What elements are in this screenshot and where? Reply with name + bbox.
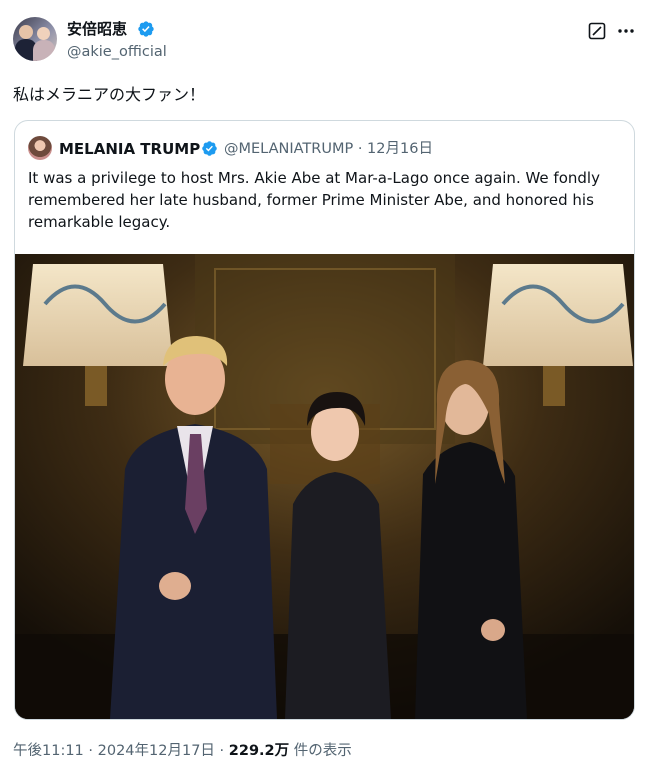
quoted-post-text: It was a privilege to host Mrs. Akie Abe… <box>28 169 600 231</box>
view-count: 229.2万 <box>228 743 290 759</box>
view-count-label: 件の表示 <box>289 743 352 759</box>
more-options-icon[interactable] <box>616 21 636 41</box>
post-time[interactable]: 午後11:11 <box>13 743 84 759</box>
verified-badge-icon <box>202 141 217 156</box>
quoted-author-handle-date: @MELANIATRUMP · 12月16日 <box>224 139 433 159</box>
quoted-author-handle[interactable]: @MELANIATRUMP <box>224 141 353 157</box>
post-meta: 午後11:11 · 2024年12月17日 · 229.2万 件の表示 <box>13 741 352 761</box>
quoted-post-photo[interactable] <box>15 254 634 719</box>
verified-badge-icon <box>138 21 154 37</box>
quoted-post-date[interactable]: 12月16日 <box>367 141 433 157</box>
post-text: 私はメラニアの大ファン！ <box>13 85 206 104</box>
author-handle[interactable]: @akie_official <box>67 42 167 62</box>
separator-dot: · <box>353 141 368 157</box>
separator-dot: · <box>83 743 98 759</box>
author-display-name[interactable]: 安倍昭恵 <box>67 19 127 39</box>
author-avatar[interactable] <box>13 17 57 61</box>
quoted-author-avatar[interactable] <box>28 136 52 160</box>
separator-dot: · <box>214 743 229 759</box>
quoted-post-card[interactable]: MELANIA TRUMP @MELANIATRUMP · 12月16日 It … <box>14 120 635 720</box>
post-date[interactable]: 2024年12月17日 <box>98 743 215 759</box>
quoted-author-display-name[interactable]: MELANIA TRUMP <box>59 139 200 159</box>
grok-icon[interactable] <box>587 21 607 41</box>
